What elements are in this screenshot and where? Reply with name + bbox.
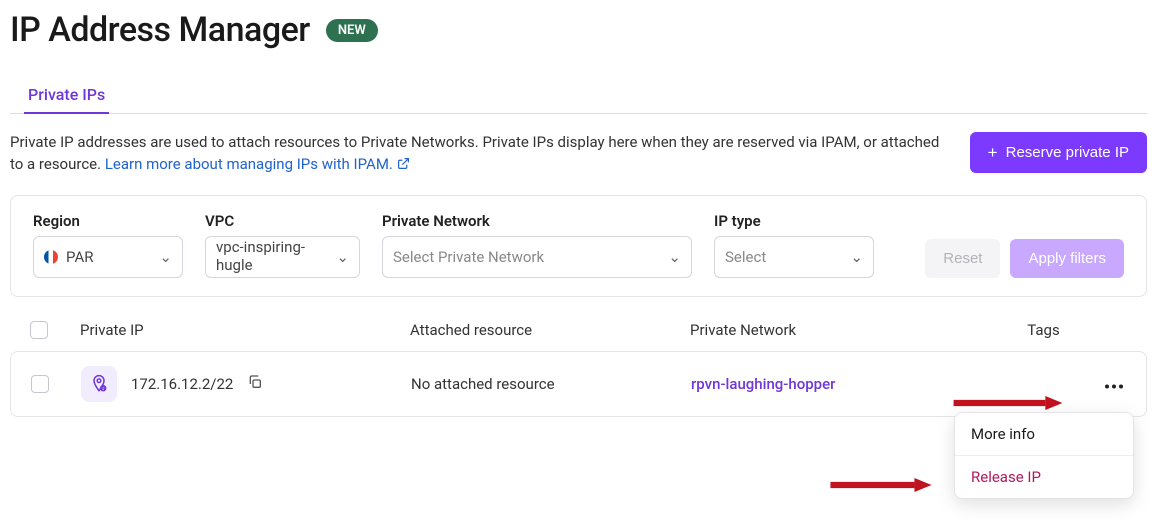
learn-more-link[interactable]: Learn more about managing IPs with IPAM. xyxy=(105,155,410,173)
row-actions-button[interactable] xyxy=(1100,370,1128,397)
region-select[interactable]: PAR ⌄ xyxy=(33,236,183,278)
private-network-label: Private Network xyxy=(382,212,692,230)
col-tags: Tags xyxy=(950,321,1137,339)
vpc-label: VPC xyxy=(205,212,360,230)
external-link-icon xyxy=(397,155,410,177)
row-actions-menu: More info Release IP xyxy=(954,412,1134,499)
tab-bar: Private IPs xyxy=(10,76,1147,114)
ip-pin-icon xyxy=(81,366,117,402)
menu-item-more-info[interactable]: More info xyxy=(955,413,1133,455)
chevron-down-icon: ⌄ xyxy=(850,248,863,266)
region-label: Region xyxy=(33,212,183,230)
new-badge: NEW xyxy=(326,19,378,42)
col-attached-resource: Attached resource xyxy=(410,321,690,339)
annotation-arrow-icon xyxy=(938,396,1078,410)
filter-panel: Region PAR ⌄ VPC vpc-inspiring-hugle ⌄ P… xyxy=(10,195,1147,297)
reserve-private-ip-button[interactable]: + Reserve private IP xyxy=(970,132,1147,173)
col-private-ip: Private IP xyxy=(80,321,410,339)
reset-filters-button[interactable]: Reset xyxy=(925,239,1000,278)
copy-icon[interactable] xyxy=(247,374,263,394)
vpc-select[interactable]: vpc-inspiring-hugle ⌄ xyxy=(205,236,360,278)
ip-type-label: IP type xyxy=(714,212,874,230)
private-network-select[interactable]: Select Private Network ⌄ xyxy=(382,236,692,278)
chevron-down-icon: ⌄ xyxy=(668,248,681,266)
select-all-checkbox[interactable] xyxy=(30,321,48,339)
annotation-arrow-icon xyxy=(816,478,946,492)
table-header: Private IP Attached resource Private Net… xyxy=(10,317,1147,351)
ip-type-select[interactable]: Select ⌄ xyxy=(714,236,874,278)
tab-private-ips[interactable]: Private IPs xyxy=(24,77,109,114)
page-title: IP Address Manager xyxy=(10,10,310,50)
plus-icon: + xyxy=(988,144,998,161)
chevron-down-icon: ⌄ xyxy=(159,248,172,266)
row-checkbox[interactable] xyxy=(31,375,49,393)
attached-resource-text: No attached resource xyxy=(411,375,691,393)
col-private-network: Private Network xyxy=(690,321,950,339)
private-network-link[interactable]: rpvn-laughing-hopper xyxy=(691,375,951,393)
france-flag-icon xyxy=(44,250,58,264)
description-text: Private IP addresses are used to attach … xyxy=(10,132,950,177)
ip-address-text: 172.16.12.2/22 xyxy=(131,375,233,393)
chevron-down-icon: ⌄ xyxy=(336,248,349,266)
menu-item-release-ip[interactable]: Release IP xyxy=(955,455,1133,498)
apply-filters-button[interactable]: Apply filters xyxy=(1010,239,1124,278)
